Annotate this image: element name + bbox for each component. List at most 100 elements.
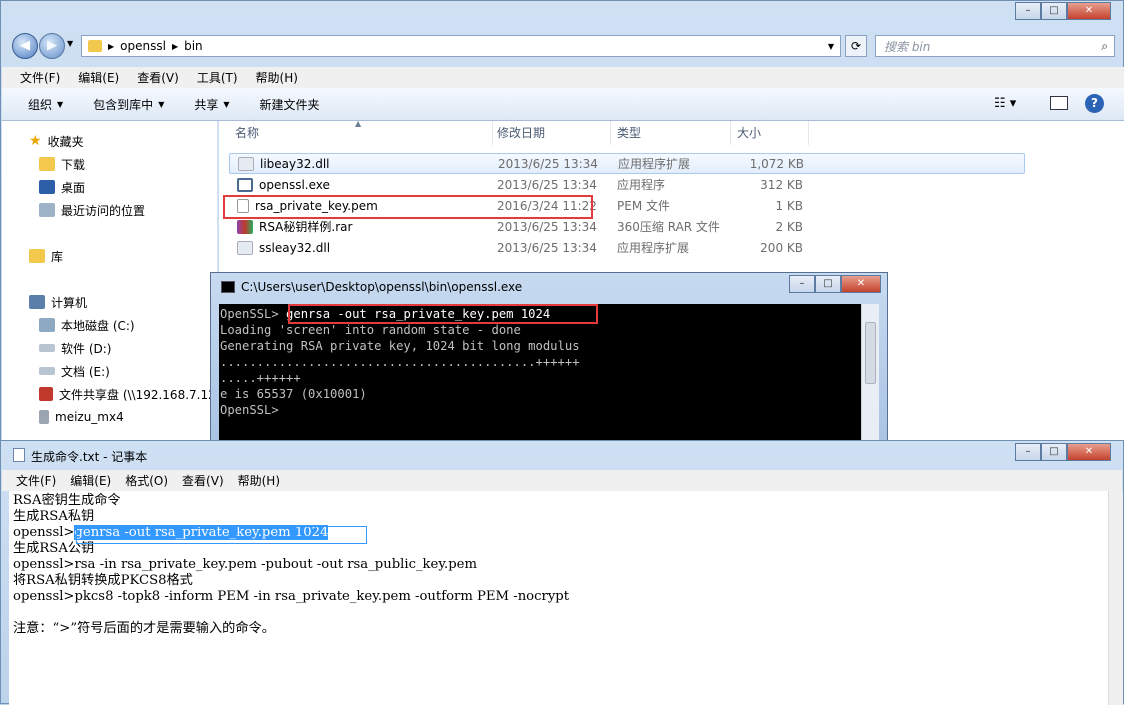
column-size[interactable]: 大小 <box>731 121 809 145</box>
menu-edit[interactable]: 编辑(E) <box>78 69 119 86</box>
console-line: OpenSSL> <box>220 403 279 417</box>
minimize-button[interactable]: – <box>789 275 815 293</box>
menu-format[interactable]: 格式(O) <box>125 472 168 489</box>
text-line: 注意：“>”符号后面的才是需要输入的命令。 <box>13 621 275 636</box>
dropdown-icon: ▼ <box>158 99 165 109</box>
include-in-library-button[interactable]: 包含到库中 ▼ <box>93 96 164 113</box>
menu-view[interactable]: 查看(V) <box>137 69 179 86</box>
back-button[interactable]: ◀ <box>12 33 38 59</box>
nav-favorites[interactable]: ★ 收藏夹 <box>29 130 84 152</box>
dll-file-icon <box>238 156 254 171</box>
menu-tools[interactable]: 工具(T) <box>197 69 238 86</box>
nav-downloads[interactable]: 下载 <box>39 153 85 175</box>
nav-meizu-label: meizu_mx4 <box>55 410 124 424</box>
breadcrumb-openssl[interactable]: openssl <box>120 39 166 53</box>
rar-file-icon <box>237 219 253 234</box>
breadcrumb-bin[interactable]: bin <box>184 39 203 53</box>
text-line: openssl>pkcs8 -topk8 -inform PEM -in rsa… <box>13 589 570 604</box>
address-dropdown-icon[interactable]: ▼ <box>828 42 834 51</box>
address-bar[interactable]: ▶ openssl ▶ bin ▼ <box>81 35 841 57</box>
console-scrollbar[interactable] <box>861 304 879 442</box>
view-options-icon[interactable]: ☷ ▾ <box>994 96 1016 111</box>
file-size: 1 KB <box>775 198 803 213</box>
file-row[interactable]: libeay32.dll 2013/6/25 13:34 应用程序扩展 1,07… <box>229 153 1025 174</box>
menu-help[interactable]: 帮助(H) <box>256 69 298 86</box>
nav-libraries[interactable]: 库 <box>29 245 63 267</box>
menu-edit[interactable]: 编辑(E) <box>70 472 111 489</box>
file-date: 2013/6/25 13:34 <box>497 219 597 234</box>
file-row[interactable]: RSA秘钥样例.rar 2013/6/25 13:34 360压缩 RAR 文件… <box>229 216 1025 237</box>
menu-file[interactable]: 文件(F) <box>16 472 56 489</box>
nav-drive-e[interactable]: 文档 (E:) <box>39 360 110 382</box>
console-title: C:\Users\user\Desktop\openssl\bin\openss… <box>241 280 523 294</box>
file-size: 2 KB <box>775 219 803 234</box>
nav-network-share[interactable]: 文件共享盘 (\\192.168.7.12 <box>39 383 217 405</box>
column-type[interactable]: 类型 <box>611 121 731 145</box>
breadcrumb-separator-icon: ▶ <box>171 41 179 51</box>
column-date[interactable]: 修改日期 <box>491 121 611 145</box>
maximize-button[interactable]: □ <box>1041 2 1067 20</box>
notepad-icon <box>13 448 25 462</box>
console-line: .....++++++ <box>220 371 301 385</box>
preview-pane-icon[interactable] <box>1050 96 1068 110</box>
nav-drive-d-label: 软件 (D:) <box>61 341 112 356</box>
nav-drive-d[interactable]: 软件 (D:) <box>39 337 111 359</box>
minimize-button[interactable]: – <box>1015 2 1041 20</box>
nav-meizu[interactable]: meizu_mx4 <box>39 406 124 428</box>
close-button[interactable]: ✕ <box>1067 2 1111 20</box>
share-button[interactable]: 共享 ▼ <box>194 96 229 113</box>
search-icon: ⌕ <box>1101 38 1108 53</box>
refresh-icon[interactable]: ⟳ <box>845 35 867 57</box>
nav-downloads-label: 下载 <box>61 157 86 172</box>
dropdown-icon: ▼ <box>223 99 230 109</box>
notepad-scrollbar[interactable] <box>1108 491 1123 705</box>
close-button[interactable]: ✕ <box>841 275 881 293</box>
maximize-button[interactable]: □ <box>1041 443 1067 461</box>
forward-button[interactable]: ▶ <box>39 33 65 59</box>
console-output[interactable]: OpenSSL> genrsa -out rsa_private_key.pem… <box>219 304 861 442</box>
console-line: ........................................… <box>220 355 580 369</box>
console-caption-buttons: – □ ✕ <box>789 275 881 293</box>
help-icon[interactable]: ? <box>1085 94 1104 113</box>
search-input[interactable]: 搜索 bin ⌕ <box>875 35 1115 57</box>
nav-desktop[interactable]: 桌面 <box>39 176 85 198</box>
file-type: PEM 文件 <box>617 199 670 213</box>
notepad-menu-bar: 文件(F) 编辑(E) 格式(O) 查看(V) 帮助(H) <box>2 470 1122 491</box>
file-date: 2013/6/25 13:34 <box>498 156 598 171</box>
scrollbar-thumb[interactable] <box>865 322 876 384</box>
console-window: C:\Users\user\Desktop\openssl\bin\openss… <box>210 272 888 442</box>
nav-computer[interactable]: 计算机 <box>29 291 87 313</box>
notepad-text-area[interactable]: RSA密钥生成命令 生成RSA私钥 openssl>genrsa -out rs… <box>9 491 1109 705</box>
nav-recent-places[interactable]: 最近访问的位置 <box>39 199 145 221</box>
new-folder-button[interactable]: 新建文件夹 <box>260 96 320 113</box>
star-icon: ★ <box>29 133 42 149</box>
console-prompt: OpenSSL> <box>220 307 287 321</box>
menu-view[interactable]: 查看(V) <box>182 472 224 489</box>
console-line: Generating RSA private key, 1024 bit lon… <box>220 339 580 353</box>
text-line: 将RSA私钥转换成PKCS8格式 <box>13 573 193 588</box>
exe-file-icon <box>237 177 253 192</box>
phone-icon <box>39 410 49 424</box>
menu-file[interactable]: 文件(F) <box>20 69 60 86</box>
minimize-button[interactable]: – <box>1015 443 1041 461</box>
computer-icon <box>29 295 45 309</box>
menu-help[interactable]: 帮助(H) <box>238 472 280 489</box>
desktop-icon <box>39 180 55 194</box>
recent-places-icon <box>39 203 55 217</box>
command-bar: 组织 ▼ 包含到库中 ▼ 共享 ▼ 新建文件夹 ☷ ▾ ? <box>2 88 1124 121</box>
maximize-button[interactable]: □ <box>815 275 841 293</box>
dropdown-icon: ▼ <box>57 99 64 109</box>
organize-button[interactable]: 组织 ▼ <box>28 96 63 113</box>
nav-recent-places-label: 最近访问的位置 <box>61 203 146 218</box>
close-button[interactable]: ✕ <box>1067 443 1111 461</box>
search-placeholder: 搜索 bin <box>884 39 931 54</box>
file-row[interactable]: openssl.exe 2013/6/25 13:34 应用程序 312 KB <box>229 174 1025 195</box>
recent-pages-chevron-icon[interactable]: ▼ <box>67 39 73 48</box>
nav-drive-c[interactable]: 本地磁盘 (C:) <box>39 314 135 336</box>
file-size: 1,072 KB <box>749 156 804 171</box>
nav-computer-label: 计算机 <box>51 295 88 310</box>
file-row[interactable]: ssleay32.dll 2013/6/25 13:34 应用程序扩展 200 … <box>229 237 1025 258</box>
file-name: openssl.exe <box>259 177 330 192</box>
file-size: 200 KB <box>760 240 803 255</box>
text-line: RSA密钥生成命令 <box>13 493 121 508</box>
